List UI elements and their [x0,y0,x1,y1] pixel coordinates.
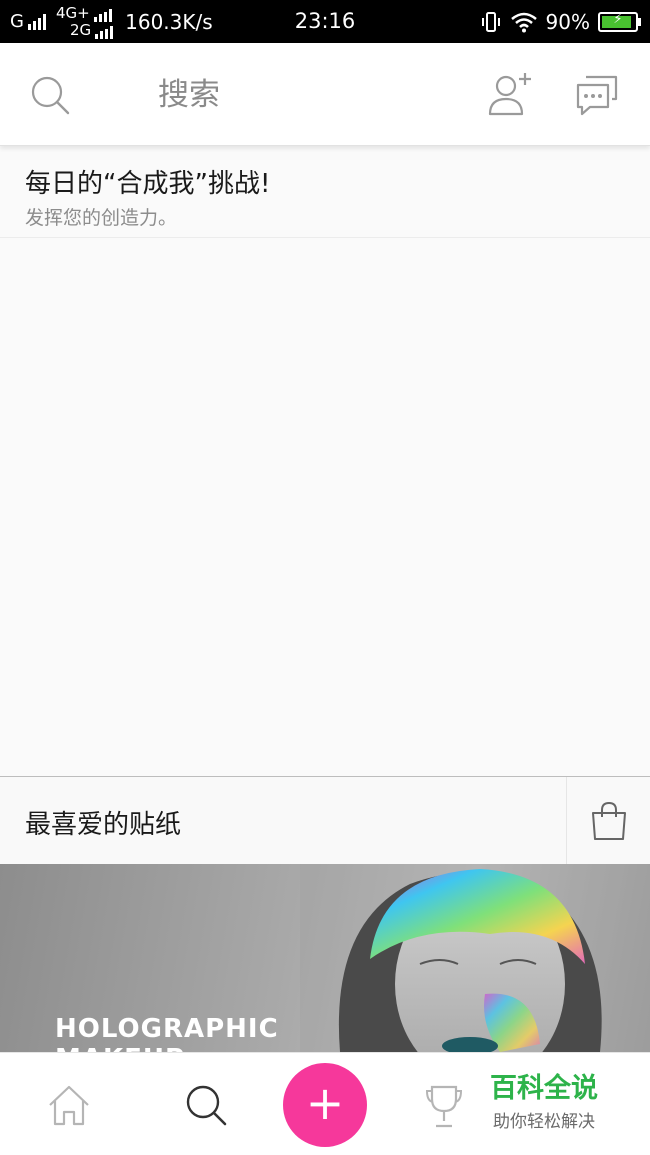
watermark-subtitle: 助你轻松解决 [493,1112,595,1132]
sticker-banner[interactable]: HOLOGRAPHIC MAKEUP [0,864,650,1052]
challenge-title: 每日的“合成我”挑战! [25,169,271,199]
battery-percent: 90% [545,9,590,34]
favorite-stickers-title: 最喜爱的贴纸 [25,810,182,840]
search-input[interactable] [158,73,418,117]
watermark-title: 百科全说 [490,1073,598,1104]
charging-icon: ⚡ [613,11,623,27]
wifi-icon [510,12,537,32]
search-icon[interactable] [184,1083,228,1127]
search-icon[interactable] [30,75,70,115]
watermark: 百科全说 助你轻松解决 [462,1056,626,1132]
challenge-subtitle: 发挥您的创造力。 [25,207,178,229]
vibrate-icon [481,11,500,32]
favorite-stickers-header: 最喜爱的贴纸 [0,776,650,865]
banner-title: HOLOGRAPHIC [55,1014,279,1044]
challenge-content-area [0,239,650,776]
daily-challenge-card[interactable]: 每日的“合成我”挑战! 发挥您的创造力。 [0,152,650,238]
status-bar: G 4G+ 2G 160.3K/s 23:16 90% ⚡ [0,0,650,43]
model-portrait-image [300,864,650,1052]
battery-icon: ⚡ [598,11,641,32]
banner-title-line2: MAKEUP [55,1044,185,1052]
add-user-icon[interactable] [486,71,534,117]
divider [566,777,567,865]
add-button[interactable]: + [283,1063,367,1147]
home-icon[interactable] [46,1083,92,1127]
shopping-bag-icon[interactable] [590,801,628,841]
trophy-icon[interactable] [424,1083,464,1129]
status-right: 90% ⚡ [480,0,641,43]
chat-icon[interactable] [574,73,620,117]
app-header [0,43,650,146]
